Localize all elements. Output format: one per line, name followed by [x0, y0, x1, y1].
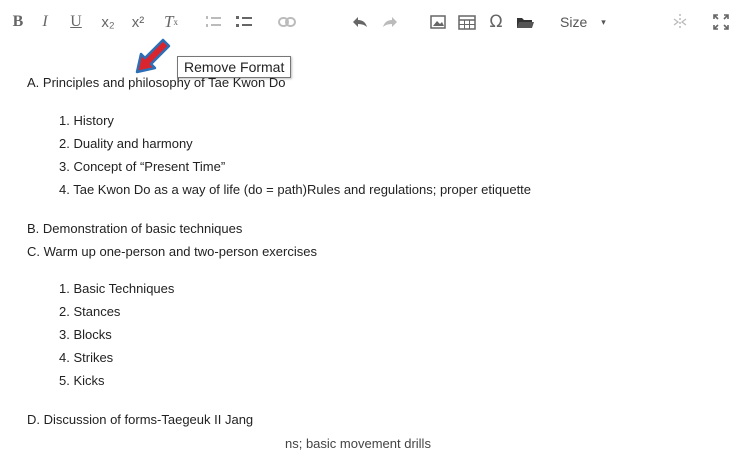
- section-c-heading: C. Warm up one-person and two-person exe…: [27, 244, 317, 259]
- list-item: 1. Basic Techniques: [59, 281, 175, 296]
- list-item: 4. Tae Kwon Do as a way of life (do = pa…: [59, 182, 532, 197]
- remove-format-tooltip: Remove Format: [177, 56, 292, 78]
- list-item: 2. Stances: [59, 304, 121, 319]
- pointer-arrow-icon: [131, 28, 177, 83]
- cutoff-text-line: ns; basic movement drills: [285, 436, 431, 451]
- editor-content[interactable]: A. Principles and philosophy of Tae Kwon…: [0, 0, 733, 451]
- list-item: 4. Strikes: [59, 350, 114, 365]
- list-item: 3. Blocks: [59, 327, 112, 342]
- section-b-heading: B. Demonstration of basic techniques: [27, 221, 243, 236]
- section-d-heading: D. Discussion of forms-Taegeuk II Jang: [27, 412, 254, 427]
- list-item: 1. History: [59, 113, 114, 128]
- list-item: 3. Concept of “Present Time”: [59, 159, 226, 174]
- list-item: 5. Kicks: [59, 373, 105, 388]
- list-item: 2. Duality and harmony: [59, 136, 193, 151]
